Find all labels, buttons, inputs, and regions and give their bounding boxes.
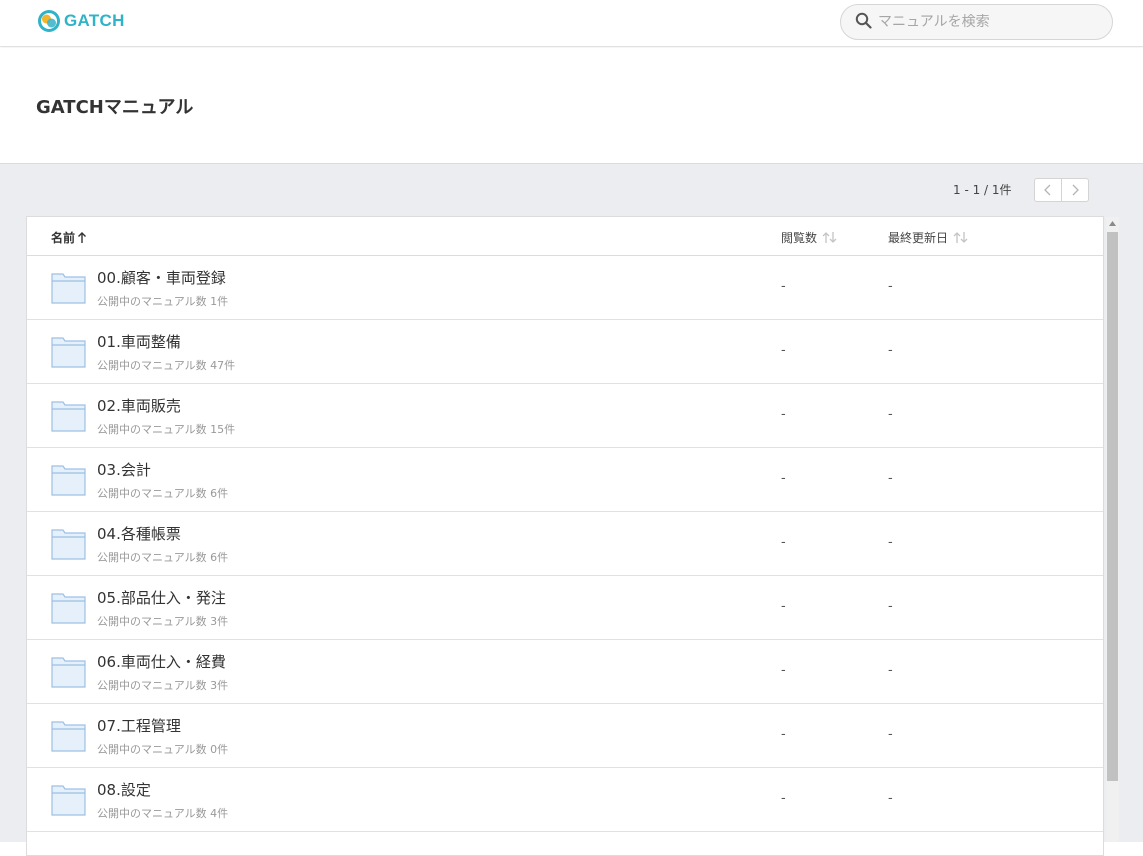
chevron-right-icon xyxy=(1072,184,1079,196)
folder-name: 05.部品仕入・発注 xyxy=(97,589,226,607)
last-updated: - xyxy=(888,791,893,806)
pagination-buttons xyxy=(1034,178,1089,202)
sort-icon xyxy=(953,232,968,243)
folder-name: 01.車両整備 xyxy=(97,333,181,351)
page-title-area: GATCHマニュアル xyxy=(0,48,1143,164)
last-updated: - xyxy=(888,471,893,486)
folder-name: 00.顧客・車両登録 xyxy=(97,269,226,287)
view-count: - xyxy=(781,471,786,486)
column-header-views[interactable]: 閲覧数 xyxy=(781,229,839,246)
search-box[interactable] xyxy=(840,4,1113,40)
folder-name: 07.工程管理 xyxy=(97,717,181,735)
view-count: - xyxy=(781,791,786,806)
view-count: - xyxy=(781,279,786,294)
next-page-button[interactable] xyxy=(1062,179,1088,201)
table-row[interactable]: 01.車両整備 公開中のマニュアル数 47件 - - xyxy=(27,320,1103,384)
folder-icon xyxy=(51,527,86,564)
folder-name: 04.各種帳票 xyxy=(97,525,181,543)
table-row[interactable]: 07.工程管理 公開中のマニュアル数 0件 - - xyxy=(27,704,1103,768)
sort-icon xyxy=(822,232,837,243)
view-count: - xyxy=(781,535,786,550)
folder-icon xyxy=(51,335,86,372)
content-area: 1 - 1 / 1件 名前 閲覧数 最終更新日 00.顧客・車両登録 公開中のマ… xyxy=(0,164,1143,856)
column-name-label: 名前 xyxy=(51,231,76,245)
manual-count: 公開中のマニュアル数 47件 xyxy=(97,359,236,372)
last-updated: - xyxy=(888,535,893,550)
sort-ascending-icon xyxy=(78,232,87,243)
column-header-name[interactable]: 名前 xyxy=(51,229,87,246)
folder-name: 06.車両仕入・経費 xyxy=(97,653,226,671)
last-updated: - xyxy=(888,599,893,614)
top-header: GATCH xyxy=(0,0,1143,47)
manual-count: 公開中のマニュアル数 3件 xyxy=(97,679,229,692)
prev-page-button[interactable] xyxy=(1035,179,1062,201)
view-count: - xyxy=(781,343,786,358)
column-updated-label: 最終更新日 xyxy=(888,231,949,245)
table-row[interactable]: 03.会計 公開中のマニュアル数 6件 - - xyxy=(27,448,1103,512)
folder-icon xyxy=(51,719,86,756)
folder-icon xyxy=(51,783,86,820)
manual-count: 公開中のマニュアル数 6件 xyxy=(97,487,229,500)
table-header: 名前 閲覧数 最終更新日 xyxy=(27,217,1103,256)
table-row[interactable]: 00.顧客・車両登録 公開中のマニュアル数 1件 - - xyxy=(27,256,1103,320)
last-updated: - xyxy=(888,343,893,358)
view-count: - xyxy=(781,407,786,422)
last-updated: - xyxy=(888,279,893,294)
page-title: GATCHマニュアル xyxy=(36,97,194,118)
logo-text: GATCH xyxy=(64,11,125,30)
column-views-label: 閲覧数 xyxy=(781,231,818,245)
last-updated: - xyxy=(888,407,893,422)
scroll-up-arrow-icon[interactable] xyxy=(1106,217,1119,230)
table-row[interactable]: 05.部品仕入・発注 公開中のマニュアル数 3件 - - xyxy=(27,576,1103,640)
search-icon xyxy=(855,12,872,33)
view-count: - xyxy=(781,663,786,678)
manual-count: 公開中のマニュアル数 0件 xyxy=(97,743,229,756)
manual-count: 公開中のマニュアル数 1件 xyxy=(97,295,229,308)
manual-count: 公開中のマニュアル数 4件 xyxy=(97,807,229,820)
table-row[interactable]: 02.車両販売 公開中のマニュアル数 15件 - - xyxy=(27,384,1103,448)
gatch-logo-icon xyxy=(37,9,61,33)
folder-icon xyxy=(51,463,86,500)
folder-name: 08.設定 xyxy=(97,781,151,799)
search-input[interactable] xyxy=(878,14,1098,30)
last-updated: - xyxy=(888,727,893,742)
folder-icon xyxy=(51,399,86,436)
folder-name: 02.車両販売 xyxy=(97,397,181,415)
table-row[interactable]: 04.各種帳票 公開中のマニュアル数 6件 - - xyxy=(27,512,1103,576)
folder-name: 03.会計 xyxy=(97,461,151,479)
view-count: - xyxy=(781,727,786,742)
last-updated: - xyxy=(888,663,893,678)
scrollbar-thumb[interactable] xyxy=(1107,232,1118,781)
chevron-left-icon xyxy=(1044,184,1051,196)
view-count: - xyxy=(781,599,786,614)
table-row[interactable]: 06.車両仕入・経費 公開中のマニュアル数 3件 - - xyxy=(27,640,1103,704)
folder-icon xyxy=(51,271,86,308)
manual-count: 公開中のマニュアル数 15件 xyxy=(97,423,236,436)
table-row[interactable]: 08.設定 公開中のマニュアル数 4件 - - xyxy=(27,768,1103,832)
folder-icon xyxy=(51,655,86,692)
column-header-updated[interactable]: 最終更新日 xyxy=(888,229,970,246)
manual-folder-table: 名前 閲覧数 最終更新日 00.顧客・車両登録 公開中のマニュアル数 1件 - … xyxy=(26,216,1104,856)
manual-count: 公開中のマニュアル数 3件 xyxy=(97,615,229,628)
manual-count: 公開中のマニュアル数 6件 xyxy=(97,551,229,564)
gatch-logo[interactable]: GATCH xyxy=(37,9,125,33)
vertical-scrollbar[interactable] xyxy=(1106,217,1119,842)
folder-icon xyxy=(51,591,86,628)
pagination-text: 1 - 1 / 1件 xyxy=(953,183,1012,197)
